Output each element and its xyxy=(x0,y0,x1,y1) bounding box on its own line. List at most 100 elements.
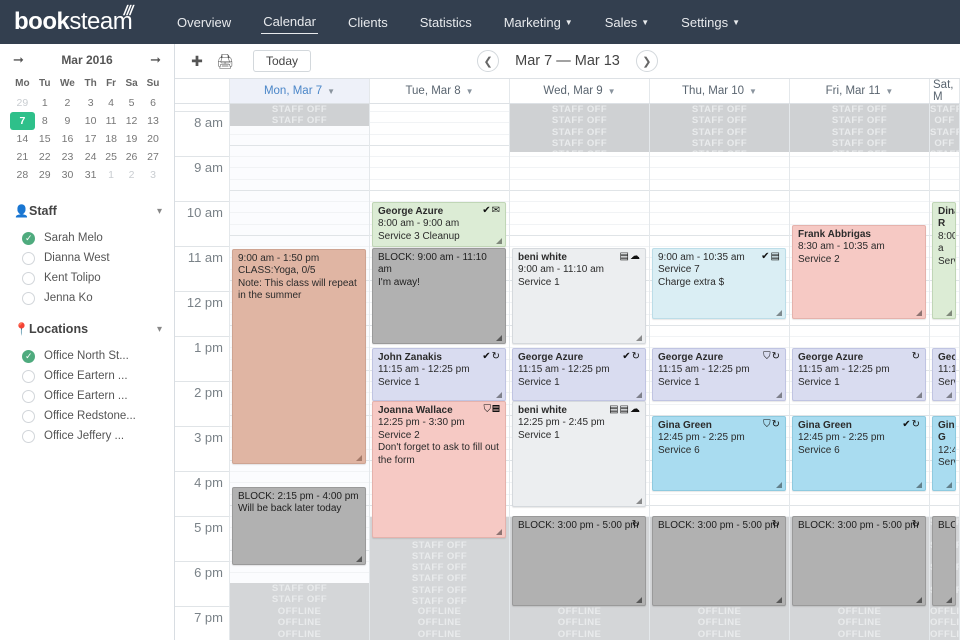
mini-day-cell[interactable]: 16 xyxy=(55,130,80,148)
event-status-icons[interactable]: ✔↻ xyxy=(902,419,921,431)
mini-day-cell[interactable]: 14 xyxy=(10,130,35,148)
resize-handle-icon[interactable] xyxy=(946,482,952,488)
event-status-icons[interactable]: ✔↻ xyxy=(622,351,641,363)
mini-day-cell[interactable]: 7 xyxy=(10,112,35,130)
event-status-icons[interactable]: ⛉↻ xyxy=(763,419,781,431)
calendar-event[interactable]: BLOC xyxy=(932,516,956,606)
day-header-thu[interactable]: Thu, Mar 10 ▼ xyxy=(650,79,790,103)
unchecked-radio-icon[interactable] xyxy=(22,271,35,285)
mini-day-cell[interactable]: 22 xyxy=(35,148,55,166)
event-status-icons[interactable]: ▤☁ xyxy=(620,251,641,263)
resize-handle-icon[interactable] xyxy=(496,529,502,535)
locations-option[interactable]: Office Eartern ... xyxy=(0,386,174,406)
calendar-event[interactable]: Georg11:15Servic xyxy=(932,348,956,401)
resize-handle-icon[interactable] xyxy=(356,556,362,562)
mini-day-cell[interactable]: 2 xyxy=(55,94,80,112)
day-header-wed[interactable]: Wed, Mar 9 ▼ xyxy=(510,79,650,103)
mini-day-cell[interactable]: 3 xyxy=(142,166,164,184)
mini-day-cell[interactable]: 2 xyxy=(121,166,142,184)
mini-day-cell[interactable]: 3 xyxy=(80,94,101,112)
mini-day-cell[interactable]: 10 xyxy=(80,112,101,130)
calendar-event[interactable]: George Azure 8:00 am - 9:00 am Service 3 C… xyxy=(372,202,506,247)
nav-item-sales[interactable]: Sales ▼ xyxy=(603,11,651,34)
nav-item-settings[interactable]: Settings ▼ xyxy=(679,11,742,34)
day-header-fri[interactable]: Fri, Mar 11 ▼ xyxy=(790,79,930,103)
calendar-event[interactable]: 9:00 am - 1:50 pm CLASS:Yoga, 0/5 Note: Th… xyxy=(232,249,366,464)
mini-day-cell[interactable]: 29 xyxy=(10,94,35,112)
calendar-event[interactable]: Gina G12:45Servic xyxy=(932,416,956,491)
mini-day-cell[interactable]: 9 xyxy=(55,112,80,130)
unchecked-radio-icon[interactable] xyxy=(22,409,35,423)
day-header-mon[interactable]: Mon, Mar 7 ▼ xyxy=(230,79,370,103)
chevron-down-icon[interactable]: ▾ xyxy=(157,206,162,217)
mini-calendar-next-icon[interactable]: ➞ xyxy=(147,52,164,68)
app-logo[interactable]: booksteam /// xyxy=(14,2,139,34)
day-column-thursday[interactable]: STAFF OFFSTAFF OFFSTAFF OFFSTAFF OFFSTAF… xyxy=(650,104,790,640)
chevron-down-icon[interactable]: ▼ xyxy=(327,87,335,96)
mini-day-cell[interactable]: 25 xyxy=(101,148,121,166)
resize-handle-icon[interactable] xyxy=(496,392,502,398)
mini-day-cell[interactable]: 15 xyxy=(35,130,55,148)
day-column-wednesday[interactable]: STAFF OFFSTAFF OFFSTAFF OFFSTAFF OFFSTAF… xyxy=(510,104,650,640)
day-header-sat[interactable]: Sat, M xyxy=(930,79,960,103)
staff-option[interactable]: Sarah Melo xyxy=(0,228,174,248)
mini-day-cell[interactable]: 12 xyxy=(121,112,142,130)
event-status-icons[interactable]: ✔↻ xyxy=(482,351,501,363)
calendar-event[interactable]: George Azure 11:15 am - 12:25 pm Service 1… xyxy=(792,348,926,401)
resize-handle-icon[interactable] xyxy=(496,335,502,341)
calendar-event[interactable]: Dina R8:00 aServic xyxy=(932,202,956,319)
resize-handle-icon[interactable] xyxy=(776,597,782,603)
event-status-icons[interactable]: ⛉↻ xyxy=(763,351,781,363)
event-status-icons[interactable]: ↻ xyxy=(912,351,921,363)
chevron-down-icon[interactable]: ▼ xyxy=(885,87,893,96)
day-column-friday[interactable]: STAFF OFFSTAFF OFFSTAFF OFFSTAFF OFFSTAF… xyxy=(790,104,930,640)
mini-day-cell[interactable]: 19 xyxy=(121,130,142,148)
calendar-event[interactable]: Joanna Wallace 12:25 pm - 3:30 pm Service … xyxy=(372,401,506,538)
nav-item-marketing[interactable]: Marketing ▼ xyxy=(502,11,575,34)
mini-day-cell[interactable]: 20 xyxy=(142,130,164,148)
calendar-event[interactable]: 9:00 am - 10:35 am Service 7 Charge extra … xyxy=(652,248,786,319)
event-status-icons[interactable]: ▤▤☁ xyxy=(609,404,641,416)
resize-handle-icon[interactable] xyxy=(946,597,952,603)
day-column-monday[interactable]: STAFF OFFSTAFF OFFSTAFF OFFSTAFF OFFSTAF… xyxy=(230,104,370,640)
resize-handle-icon[interactable] xyxy=(636,335,642,341)
event-status-icons[interactable]: ↻ xyxy=(632,519,641,531)
calendar-event[interactable]: George Azure 11:15 am - 12:25 pm Service 1… xyxy=(652,348,786,401)
nav-item-calendar[interactable]: Calendar xyxy=(261,10,318,34)
staff-option[interactable]: Jenna Ko xyxy=(0,288,174,308)
chevron-down-icon[interactable]: ▾ xyxy=(157,324,162,335)
mini-day-cell[interactable]: 11 xyxy=(101,112,121,130)
locations-option[interactable]: Office Jeffery ... xyxy=(0,426,174,446)
checked-radio-icon[interactable] xyxy=(22,231,35,245)
resize-handle-icon[interactable] xyxy=(496,238,502,244)
mini-day-cell[interactable]: 8 xyxy=(35,112,55,130)
chevron-down-icon[interactable]: ▼ xyxy=(466,87,474,96)
mini-day-cell[interactable]: 5 xyxy=(121,94,142,112)
calendar-event[interactable]: beni white 12:25 pm - 2:45 pm Service 1 ▤▤☁ xyxy=(512,401,646,507)
calendar-event[interactable]: BLOCK: 3:00 pm - 5:00 pm ↻ xyxy=(792,516,926,606)
add-appointment-button[interactable]: ✚ xyxy=(185,50,209,72)
mini-calendar-prev-icon[interactable]: ➞ xyxy=(10,52,27,68)
staff-group-header[interactable]: 👤 Staff ▾ xyxy=(0,204,174,218)
resize-handle-icon[interactable] xyxy=(916,392,922,398)
resize-handle-icon[interactable] xyxy=(916,597,922,603)
chevron-down-icon[interactable]: ▼ xyxy=(749,87,757,96)
resize-handle-icon[interactable] xyxy=(776,482,782,488)
mini-day-cell[interactable]: 27 xyxy=(142,148,164,166)
calendar-event[interactable]: BLOCK: 3:00 pm - 5:00 pm ↻ xyxy=(652,516,786,606)
calendar-event[interactable]: George Azure 11:15 am - 12:25 pm Service 1… xyxy=(512,348,646,401)
staff-option[interactable]: Kent Tolipo xyxy=(0,268,174,288)
mini-day-cell[interactable]: 1 xyxy=(101,166,121,184)
day-header-tue[interactable]: Tue, Mar 8 ▼ xyxy=(370,79,510,103)
unchecked-radio-icon[interactable] xyxy=(22,369,35,383)
event-status-icons[interactable]: ↻ xyxy=(912,519,921,531)
calendar-event[interactable]: John Zanakis 11:15 am - 12:25 pm Service 1… xyxy=(372,348,506,401)
mini-day-cell[interactable]: 1 xyxy=(35,94,55,112)
mini-day-cell[interactable]: 24 xyxy=(80,148,101,166)
locations-option[interactable]: Office Eartern ... xyxy=(0,366,174,386)
day-column-tuesday[interactable]: STAFF OFF STAFF OFF STAFF OFF STAFF OFF STAF… xyxy=(370,104,510,640)
print-button[interactable]: 🖨 xyxy=(213,50,237,72)
prev-week-button[interactable]: ❮ xyxy=(477,50,500,72)
resize-handle-icon[interactable] xyxy=(776,310,782,316)
calendar-event[interactable]: BLOCK: 9:00 am - 11:10 am I'm away! xyxy=(372,248,506,344)
